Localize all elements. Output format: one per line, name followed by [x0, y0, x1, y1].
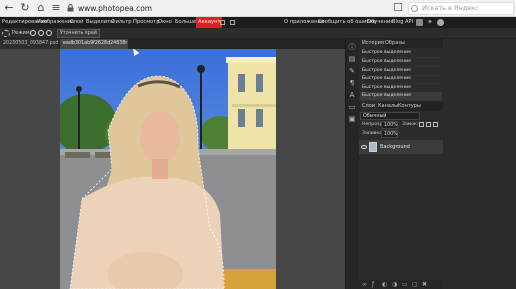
refine-edge-button[interactable]: Уточнить край [57, 29, 100, 38]
window-icon[interactable] [230, 20, 235, 25]
image-icon[interactable]: ▣ [347, 114, 357, 124]
tab-swatches[interactable]: Образы [383, 39, 407, 48]
lock-all-icon[interactable] [433, 122, 438, 127]
subtract-selection-icon[interactable] [46, 30, 52, 36]
panel-toolstrip [345, 39, 359, 289]
properties-icon[interactable]: ▤ [347, 54, 357, 64]
search-icon [411, 5, 418, 12]
css-icon[interactable]: ▭ [347, 102, 357, 112]
menu-icon[interactable]: ≡ [50, 2, 62, 14]
text-icon[interactable]: ¶ [347, 78, 357, 88]
folder-icon[interactable]: ▭ [402, 280, 408, 289]
history-item[interactable]: Быстрое выделение [360, 75, 442, 84]
menu-view[interactable]: Просмотр [133, 17, 160, 28]
tab-document-2[interactable]: eadb301ab9f2628d24838r [60, 39, 128, 49]
back-icon[interactable]: ← [3, 2, 15, 14]
fullscreen-icon[interactable] [220, 20, 225, 25]
effects-icon[interactable]: ƒ [372, 280, 374, 289]
menu-learn[interactable]: Обучение [367, 17, 394, 28]
mode-label: Режим: [12, 30, 32, 36]
new-layer-icon[interactable]: ▢ [412, 280, 418, 289]
fill-input[interactable]: 100% [381, 130, 398, 138]
menu-account[interactable]: Аккаунт [196, 17, 223, 28]
menu-window[interactable]: Окно [158, 17, 172, 28]
eye-icon[interactable] [361, 145, 367, 149]
lock-label: Замок: [402, 122, 419, 127]
reload-icon[interactable]: ↻ [19, 2, 31, 14]
tab-paths[interactable]: Контуры [396, 102, 423, 111]
trash-icon[interactable]: ✖ [422, 280, 427, 289]
add-selection-icon[interactable] [38, 30, 44, 36]
info-icon[interactable]: ⓘ [347, 42, 357, 52]
opacity-input[interactable]: 100% [381, 121, 398, 129]
mask-icon[interactable]: ◐ [382, 280, 387, 289]
brush-icon[interactable]: ✎ [347, 66, 357, 76]
link-icon[interactable]: ∞ [362, 280, 367, 289]
tab-layers[interactable]: Слои [360, 102, 377, 111]
quick-select-icon[interactable] [2, 30, 10, 37]
menu-filter[interactable]: Фильтр [111, 17, 132, 28]
menu-more[interactable]: Больше [175, 17, 196, 28]
history-item-selected[interactable]: Быстрое выделение [360, 92, 442, 101]
search-placeholder: Искать в Яндекс [422, 4, 479, 12]
menu-blog[interactable]: Blog [392, 17, 403, 28]
lock-icon [67, 4, 74, 12]
new-selection-icon[interactable] [30, 30, 36, 36]
url-text[interactable]: www.photopea.com [78, 2, 152, 15]
layer-name[interactable]: Background [380, 140, 410, 154]
home-icon[interactable]: ⌂ [35, 2, 47, 14]
type-icon[interactable]: A [347, 90, 357, 100]
bookmark-icon[interactable]: ☐ [392, 2, 404, 14]
facebook-icon[interactable] [437, 19, 444, 26]
menu-select[interactable]: Выделить [86, 17, 113, 28]
layer-thumbnail [369, 142, 377, 152]
canvas-photo[interactable] [60, 49, 276, 289]
tab-document-1[interactable]: 20230503_093847.psd [0, 39, 58, 49]
history-item[interactable]: Быстрое выделение [360, 49, 442, 58]
lock-pixels-icon[interactable] [426, 122, 431, 127]
history-item[interactable]: Быстрое выделение [360, 58, 442, 67]
panel-right-area [443, 39, 516, 289]
lock-transparency-icon[interactable] [419, 122, 424, 127]
adjustment-icon[interactable]: ◑ [392, 280, 397, 289]
menu-api[interactable]: API [405, 17, 413, 28]
menu-image[interactable]: Изображение [37, 17, 74, 28]
menu-layer[interactable]: Слой [70, 17, 83, 28]
twitter-icon[interactable]: ✦ [427, 19, 435, 26]
reddit-icon[interactable] [416, 19, 423, 26]
